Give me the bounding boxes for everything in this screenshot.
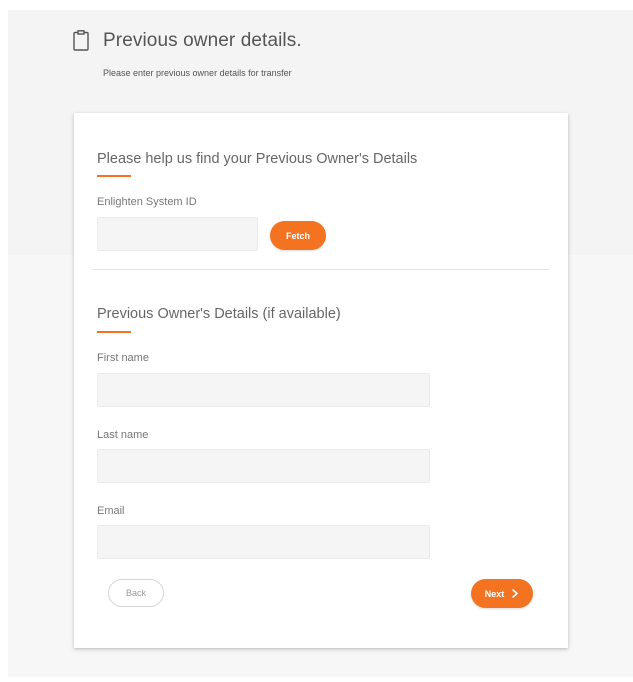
owner-details-card: Please help us find your Previous Owner'… xyxy=(74,113,568,648)
system-id-label: Enlighten System ID xyxy=(97,196,197,208)
owner-title-underline xyxy=(97,331,131,333)
page-subtitle: Please enter previous owner details for … xyxy=(103,68,292,78)
fetch-button[interactable]: Fetch xyxy=(270,221,326,250)
page-title: Previous owner details. xyxy=(103,30,302,51)
owner-section-title: Previous Owner's Details (if available) xyxy=(97,306,341,322)
first-name-label: First name xyxy=(97,352,149,364)
email-input[interactable] xyxy=(97,525,430,559)
chevron-right-icon xyxy=(512,589,519,598)
back-button[interactable]: Back xyxy=(108,579,164,607)
lookup-title-underline xyxy=(97,175,131,177)
last-name-input[interactable] xyxy=(97,449,430,483)
email-label: Email xyxy=(97,505,125,517)
lookup-section-title: Please help us find your Previous Owner'… xyxy=(97,151,418,167)
clipboard-icon xyxy=(73,30,89,51)
last-name-label: Last name xyxy=(97,429,149,441)
next-button-label: Next xyxy=(484,588,505,599)
next-button[interactable]: Next xyxy=(471,579,533,608)
system-id-input[interactable] xyxy=(97,217,258,251)
first-name-input[interactable] xyxy=(97,373,430,407)
section-divider xyxy=(93,269,549,270)
